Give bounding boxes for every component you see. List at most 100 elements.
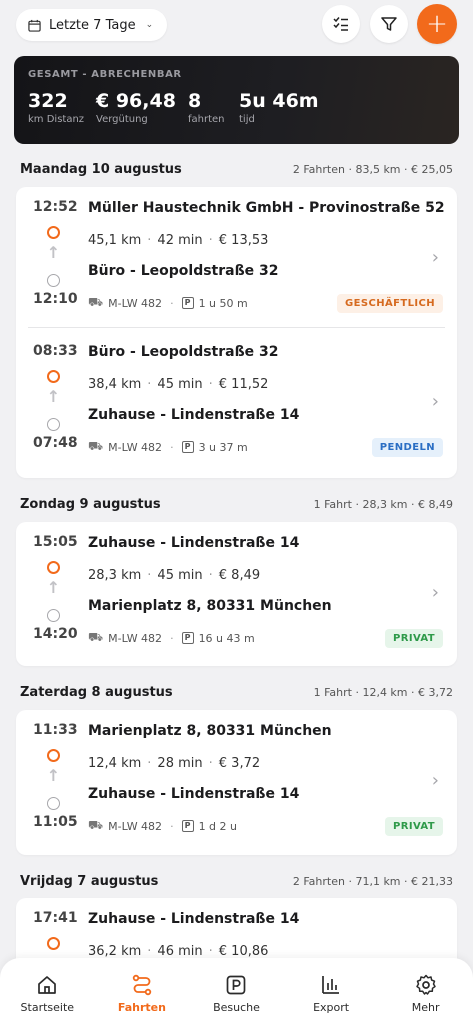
arrow-up-icon: ↑ xyxy=(46,387,61,406)
trip-start-time: 07:48 xyxy=(33,435,78,451)
date-range-selector[interactable]: Letzte 7 Tage ⌄ xyxy=(16,9,168,41)
date-range-label: Letzte 7 Tage xyxy=(49,17,136,33)
parking-icon xyxy=(227,975,246,995)
trip-start-time: 14:20 xyxy=(33,626,78,642)
parking-icon: P xyxy=(181,820,194,832)
route-icon xyxy=(132,974,152,996)
nav-fahrten[interactable]: Fahrten xyxy=(95,958,190,1024)
car-icon: ⛟ xyxy=(88,295,104,309)
parking-duration: 3 u 37 m xyxy=(198,440,248,454)
nav-startseite[interactable]: Startseite xyxy=(0,958,95,1024)
nav-mehr[interactable]: Mehr xyxy=(378,958,473,1024)
car-icon: ⛟ xyxy=(88,439,104,453)
trip-info: 36,2 km · 46 min · € 10,86 xyxy=(88,944,269,959)
chevron-right-icon: › xyxy=(431,770,439,791)
trip-end-time: 12:52 xyxy=(33,199,78,215)
stat-compensation: € 96,48 Vergütung xyxy=(96,90,176,125)
trip-footer: ⛟ M-LW 482 · P 1 u 50 m xyxy=(88,295,248,310)
plus-icon: + xyxy=(426,9,448,39)
trip-destination: Marienplatz 8, 80331 München xyxy=(88,723,332,739)
origin-dot-icon xyxy=(47,274,60,287)
nav-besuche[interactable]: Besuche xyxy=(189,958,284,1024)
trip-origin: Zuhause - Lindenstraße 14 xyxy=(88,407,300,423)
trip-category-badge: PENDELN xyxy=(371,438,443,457)
day-card: 15:05 ↑ 14:20 Zuhause - Lindenstraße 14 … xyxy=(16,522,457,666)
day-card: 12:52 ↑ 12:10 Müller Haustechnik GmbH - … xyxy=(16,187,457,478)
filter-icon xyxy=(381,17,397,31)
trip-footer: ⛟ M-LW 482 · P 3 u 37 m xyxy=(88,439,248,454)
origin-dot-icon xyxy=(47,418,60,431)
trip-origin: Zuhause - Lindenstraße 14 xyxy=(88,786,300,802)
trip-destination: Büro - Leopoldstraße 32 xyxy=(88,344,279,360)
bar-chart-icon xyxy=(322,976,340,994)
day-header: Vrijdag 7 augustus 2 Fahrten · 71,1 km ·… xyxy=(20,873,453,889)
license-plate: M-LW 482 xyxy=(108,631,163,645)
destination-dot-icon xyxy=(47,226,60,239)
arrow-up-icon: ↑ xyxy=(46,243,61,262)
filter-button[interactable] xyxy=(370,5,408,43)
origin-dot-icon xyxy=(47,797,60,810)
destination-dot-icon xyxy=(47,370,60,383)
parking-duration: 16 u 43 m xyxy=(198,631,255,645)
day-card: 11:33 ↑ 11:05 Marienplatz 8, 80331 Münch… xyxy=(16,710,457,855)
chevron-right-icon: › xyxy=(431,582,439,603)
day-header: Maandag 10 augustus 2 Fahrten · 83,5 km … xyxy=(20,161,453,177)
parking-duration: 1 u 50 m xyxy=(198,296,248,310)
trip-footer: ⛟ M-LW 482 · P 16 u 43 m xyxy=(88,630,255,645)
trip-end-time: 15:05 xyxy=(33,534,78,550)
destination-dot-icon xyxy=(47,937,60,950)
trip-origin: Büro - Leopoldstraße 32 xyxy=(88,263,279,279)
trip-destination: Müller Haustechnik GmbH - Provinostraße … xyxy=(88,200,445,216)
stat-time: 5u 46m tijd xyxy=(239,90,319,125)
trip-info: 38,4 km · 45 min · € 11,52 xyxy=(88,377,269,392)
day-header: Zondag 9 augustus 1 Fahrt · 28,3 km · € … xyxy=(20,496,453,512)
trip-end-time: 17:41 xyxy=(33,910,78,926)
arrow-up-icon: ↑ xyxy=(46,578,61,597)
trip-item[interactable]: 08:33 ↑ 07:48 Büro - Leopoldstraße 32 38… xyxy=(16,331,457,476)
chevron-right-icon: › xyxy=(431,247,439,268)
top-bar: Letzte 7 Tage ⌄ + xyxy=(16,4,457,44)
stat-trips: 8 fahrten xyxy=(188,90,225,125)
destination-dot-icon xyxy=(47,561,60,574)
license-plate: M-LW 482 xyxy=(108,296,163,310)
calendar-icon xyxy=(28,19,41,32)
trip-end-time: 11:33 xyxy=(33,722,78,738)
day-header: Zaterdag 8 augustus 1 Fahrt · 12,4 km · … xyxy=(20,684,453,700)
chevron-down-icon: ⌄ xyxy=(145,20,154,30)
car-icon: ⛟ xyxy=(88,818,104,832)
license-plate: M-LW 482 xyxy=(108,440,163,454)
car-icon: ⛟ xyxy=(88,630,104,644)
trip-start-time: 12:10 xyxy=(33,291,78,307)
parking-icon: P xyxy=(181,297,194,309)
trip-footer: ⛟ M-LW 482 · P 1 d 2 u xyxy=(88,818,238,833)
divider xyxy=(28,327,445,328)
trip-item[interactable]: 11:33 ↑ 11:05 Marienplatz 8, 80331 Münch… xyxy=(16,710,457,855)
parking-icon: P xyxy=(181,441,194,453)
trip-info: 12,4 km · 28 min · € 3,72 xyxy=(88,756,261,771)
select-trips-button[interactable] xyxy=(322,5,360,43)
trip-destination: Zuhause - Lindenstraße 14 xyxy=(88,911,300,927)
home-icon xyxy=(38,976,57,994)
trip-info: 45,1 km · 42 min · € 13,53 xyxy=(88,233,269,248)
trip-category-badge: PRIVAT xyxy=(385,629,443,648)
license-plate: M-LW 482 xyxy=(108,819,163,833)
destination-dot-icon xyxy=(47,749,60,762)
trip-end-time: 08:33 xyxy=(33,343,78,359)
origin-dot-icon xyxy=(47,609,60,622)
trip-origin: Marienplatz 8, 80331 München xyxy=(88,598,332,614)
trip-category-badge: GESCHÄFTLICH xyxy=(337,294,443,313)
parking-duration: 1 d 2 u xyxy=(198,819,238,833)
bottom-navigation: Startseite Fahrten Besuche Export Mehr xyxy=(0,958,473,1024)
parking-icon: P xyxy=(181,632,194,644)
nav-export[interactable]: Export xyxy=(284,958,379,1024)
chevron-right-icon: › xyxy=(431,391,439,412)
trip-item[interactable]: 12:52 ↑ 12:10 Müller Haustechnik GmbH - … xyxy=(16,187,457,332)
arrow-up-icon: ↑ xyxy=(46,766,61,785)
summary-label: GESAMT - ABRECHENBAR xyxy=(28,69,182,80)
trip-item[interactable]: 15:05 ↑ 14:20 Zuhause - Lindenstraße 14 … xyxy=(16,522,457,667)
add-trip-button[interactable]: + xyxy=(417,4,457,44)
gear-icon xyxy=(415,974,436,995)
checklist-icon xyxy=(333,17,348,31)
trip-start-time: 11:05 xyxy=(33,814,78,830)
stat-distance: 322 km Distanz xyxy=(28,90,85,125)
